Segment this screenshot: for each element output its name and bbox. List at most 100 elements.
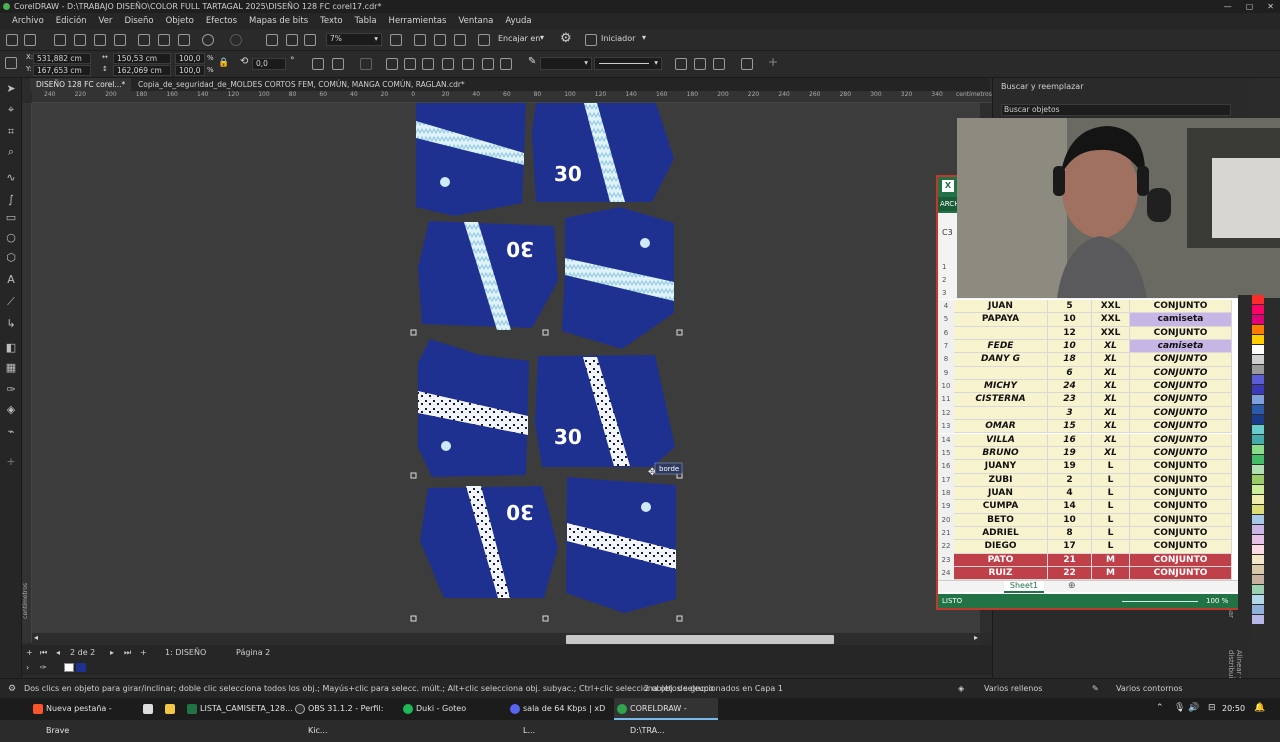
trim-icon[interactable]	[500, 58, 512, 70]
cell-type[interactable]: CONJUNTO	[1130, 433, 1232, 447]
cell-size[interactable]: XL	[1092, 353, 1130, 367]
break-apart-icon[interactable]	[462, 58, 474, 70]
rotation-angle-input[interactable]: 0,0	[252, 58, 286, 70]
cell-size[interactable]: XXL	[1092, 300, 1130, 314]
cell-number[interactable]: 17	[1048, 540, 1092, 554]
cell-size[interactable]: XL	[1092, 406, 1130, 421]
info-gear-icon[interactable]: ⚙	[8, 684, 16, 694]
palette-expand-icon[interactable]: ›	[26, 663, 29, 672]
launcher-icon[interactable]	[585, 34, 597, 46]
start-arrow-icon[interactable]	[675, 58, 687, 70]
menu-ayuda[interactable]: Ayuda	[499, 16, 537, 26]
undo-icon[interactable]	[202, 34, 214, 46]
color-swatch[interactable]	[1252, 565, 1264, 574]
table-row[interactable]: 23 PATO 21 M CONJUNTO	[938, 553, 1240, 567]
row-number[interactable]: 8	[938, 353, 954, 367]
cell-number[interactable]: 18	[1048, 353, 1092, 367]
menu-archivo[interactable]: Archivo	[6, 16, 50, 26]
color-swatch[interactable]	[1252, 305, 1264, 314]
menu-tabla[interactable]: Tabla	[349, 16, 383, 26]
table-row[interactable]: 12 3 XL CONJUNTO	[938, 406, 1240, 421]
cell-number[interactable]: 15	[1048, 420, 1092, 434]
freehand-tool-icon[interactable]: ∿	[5, 172, 17, 184]
row-number[interactable]: 4	[938, 300, 954, 314]
cell-name[interactable]: ADRIEL	[954, 526, 1048, 541]
cell-name[interactable]: RUIZ	[954, 567, 1048, 581]
notifications-icon[interactable]: 🔔	[1254, 703, 1265, 713]
tab-diseno-128[interactable]: DISEÑO 128 FC corel...*	[30, 78, 132, 91]
row-number[interactable]: 6	[938, 326, 954, 341]
cell-number[interactable]: 6	[1048, 366, 1092, 381]
color-swatch[interactable]	[1252, 485, 1264, 494]
new-document-icon[interactable]	[6, 34, 18, 46]
garment-piece-3[interactable]: 30	[418, 221, 558, 330]
export-icon[interactable]	[114, 34, 126, 46]
table-row[interactable]: 15 BRUNO 19 XL CONJUNTO	[938, 446, 1240, 461]
color-swatch[interactable]	[1252, 575, 1264, 584]
cell-type[interactable]: CONJUNTO	[1130, 540, 1232, 554]
cell-type[interactable]: CONJUNTO	[1130, 420, 1232, 434]
cell-size[interactable]: XL	[1092, 393, 1130, 407]
cell-name[interactable]: CUMPA	[954, 500, 1048, 514]
ungroup-icon[interactable]	[404, 58, 416, 70]
cell-type[interactable]: CONJUNTO	[1130, 326, 1232, 341]
minimize-icon[interactable]: —	[1224, 0, 1232, 13]
color-swatch[interactable]	[1252, 375, 1264, 384]
cell-number[interactable]: 10	[1048, 513, 1092, 527]
cell-name[interactable]: DANY G	[954, 353, 1048, 367]
cell-number[interactable]: 19	[1048, 446, 1092, 461]
text-tool-icon[interactable]: A	[5, 274, 17, 286]
options-gear-icon[interactable]: ⚙	[560, 31, 572, 46]
color-swatch[interactable]	[1252, 555, 1264, 564]
color-swatch[interactable]	[1252, 525, 1264, 534]
cell-size[interactable]: L	[1092, 460, 1130, 474]
cell-size[interactable]: L	[1092, 486, 1130, 501]
shape-tool-icon[interactable]: ⌖	[5, 104, 17, 116]
cell-number[interactable]: 24	[1048, 380, 1092, 394]
artistic-media-icon[interactable]: ∫	[5, 194, 17, 206]
color-swatch[interactable]	[1252, 435, 1264, 444]
cell-number[interactable]: 19	[1048, 460, 1092, 474]
color-swatch[interactable]	[1252, 315, 1264, 324]
row-number[interactable]: 9	[938, 366, 954, 381]
cell-number[interactable]: 16	[1048, 433, 1092, 447]
full-screen-icon[interactable]	[390, 34, 402, 46]
color-swatch[interactable]	[1252, 475, 1264, 484]
horizontal-ruler[interactable]: 240 220 200 180 160 140 120 100 80 60 40 20 0 20 40 60 8…	[32, 91, 992, 103]
weld-icon[interactable]	[482, 58, 494, 70]
launcher-dropdown[interactable]: Iniciador	[601, 34, 635, 43]
publish-pdf-icon[interactable]	[304, 34, 316, 46]
table-row[interactable]: 10 MICHY 24 XL CONJUNTO	[938, 380, 1240, 394]
scrollbar-thumb[interactable]	[566, 635, 834, 644]
cell-name[interactable]: JUAN	[954, 300, 1048, 314]
y-position-input[interactable]: 167,653 cm	[33, 65, 91, 76]
connector-tool-icon[interactable]: ↳	[5, 318, 17, 330]
sheet-tab[interactable]: Sheet1	[1004, 581, 1044, 593]
page-first-arrow-icon[interactable]: ⏮	[40, 648, 47, 658]
row-number[interactable]: 15	[938, 446, 954, 461]
ungroup-all-icon[interactable]	[422, 58, 434, 70]
export-file-icon[interactable]	[286, 34, 298, 46]
paste-icon[interactable]	[178, 34, 190, 46]
cell-type[interactable]: CONJUNTO	[1130, 567, 1232, 581]
garment-piece-2[interactable]: 30	[532, 103, 674, 202]
row-number[interactable]: 10	[938, 380, 954, 394]
taskbar-brave[interactable]: Nueva pestaña - Brave	[30, 698, 136, 735]
taskbar-excel[interactable]: LISTA_CAMISETA_128...	[184, 698, 293, 720]
menu-texto[interactable]: Texto	[314, 16, 348, 26]
menu-diseno[interactable]: Diseño	[118, 16, 159, 26]
import-icon[interactable]	[94, 34, 106, 46]
copy-icon[interactable]	[158, 34, 170, 46]
cell-name[interactable]: PATO	[954, 553, 1048, 567]
volume-icon[interactable]: 🔊	[1188, 703, 1199, 713]
cell-type[interactable]: CONJUNTO	[1130, 300, 1232, 314]
cell-number[interactable]: 10	[1048, 313, 1092, 327]
cell-type[interactable]: CONJUNTO	[1130, 406, 1232, 421]
row-number[interactable]: 13	[938, 420, 954, 434]
cell-number[interactable]: 5	[1048, 300, 1092, 314]
path-icon[interactable]	[713, 58, 725, 70]
cell-number[interactable]: 2	[1048, 473, 1092, 487]
chevron-down-icon[interactable]: ▾	[642, 33, 646, 42]
cell-number[interactable]: 21	[1048, 553, 1092, 567]
garment-piece-7[interactable]: 30	[420, 486, 558, 598]
